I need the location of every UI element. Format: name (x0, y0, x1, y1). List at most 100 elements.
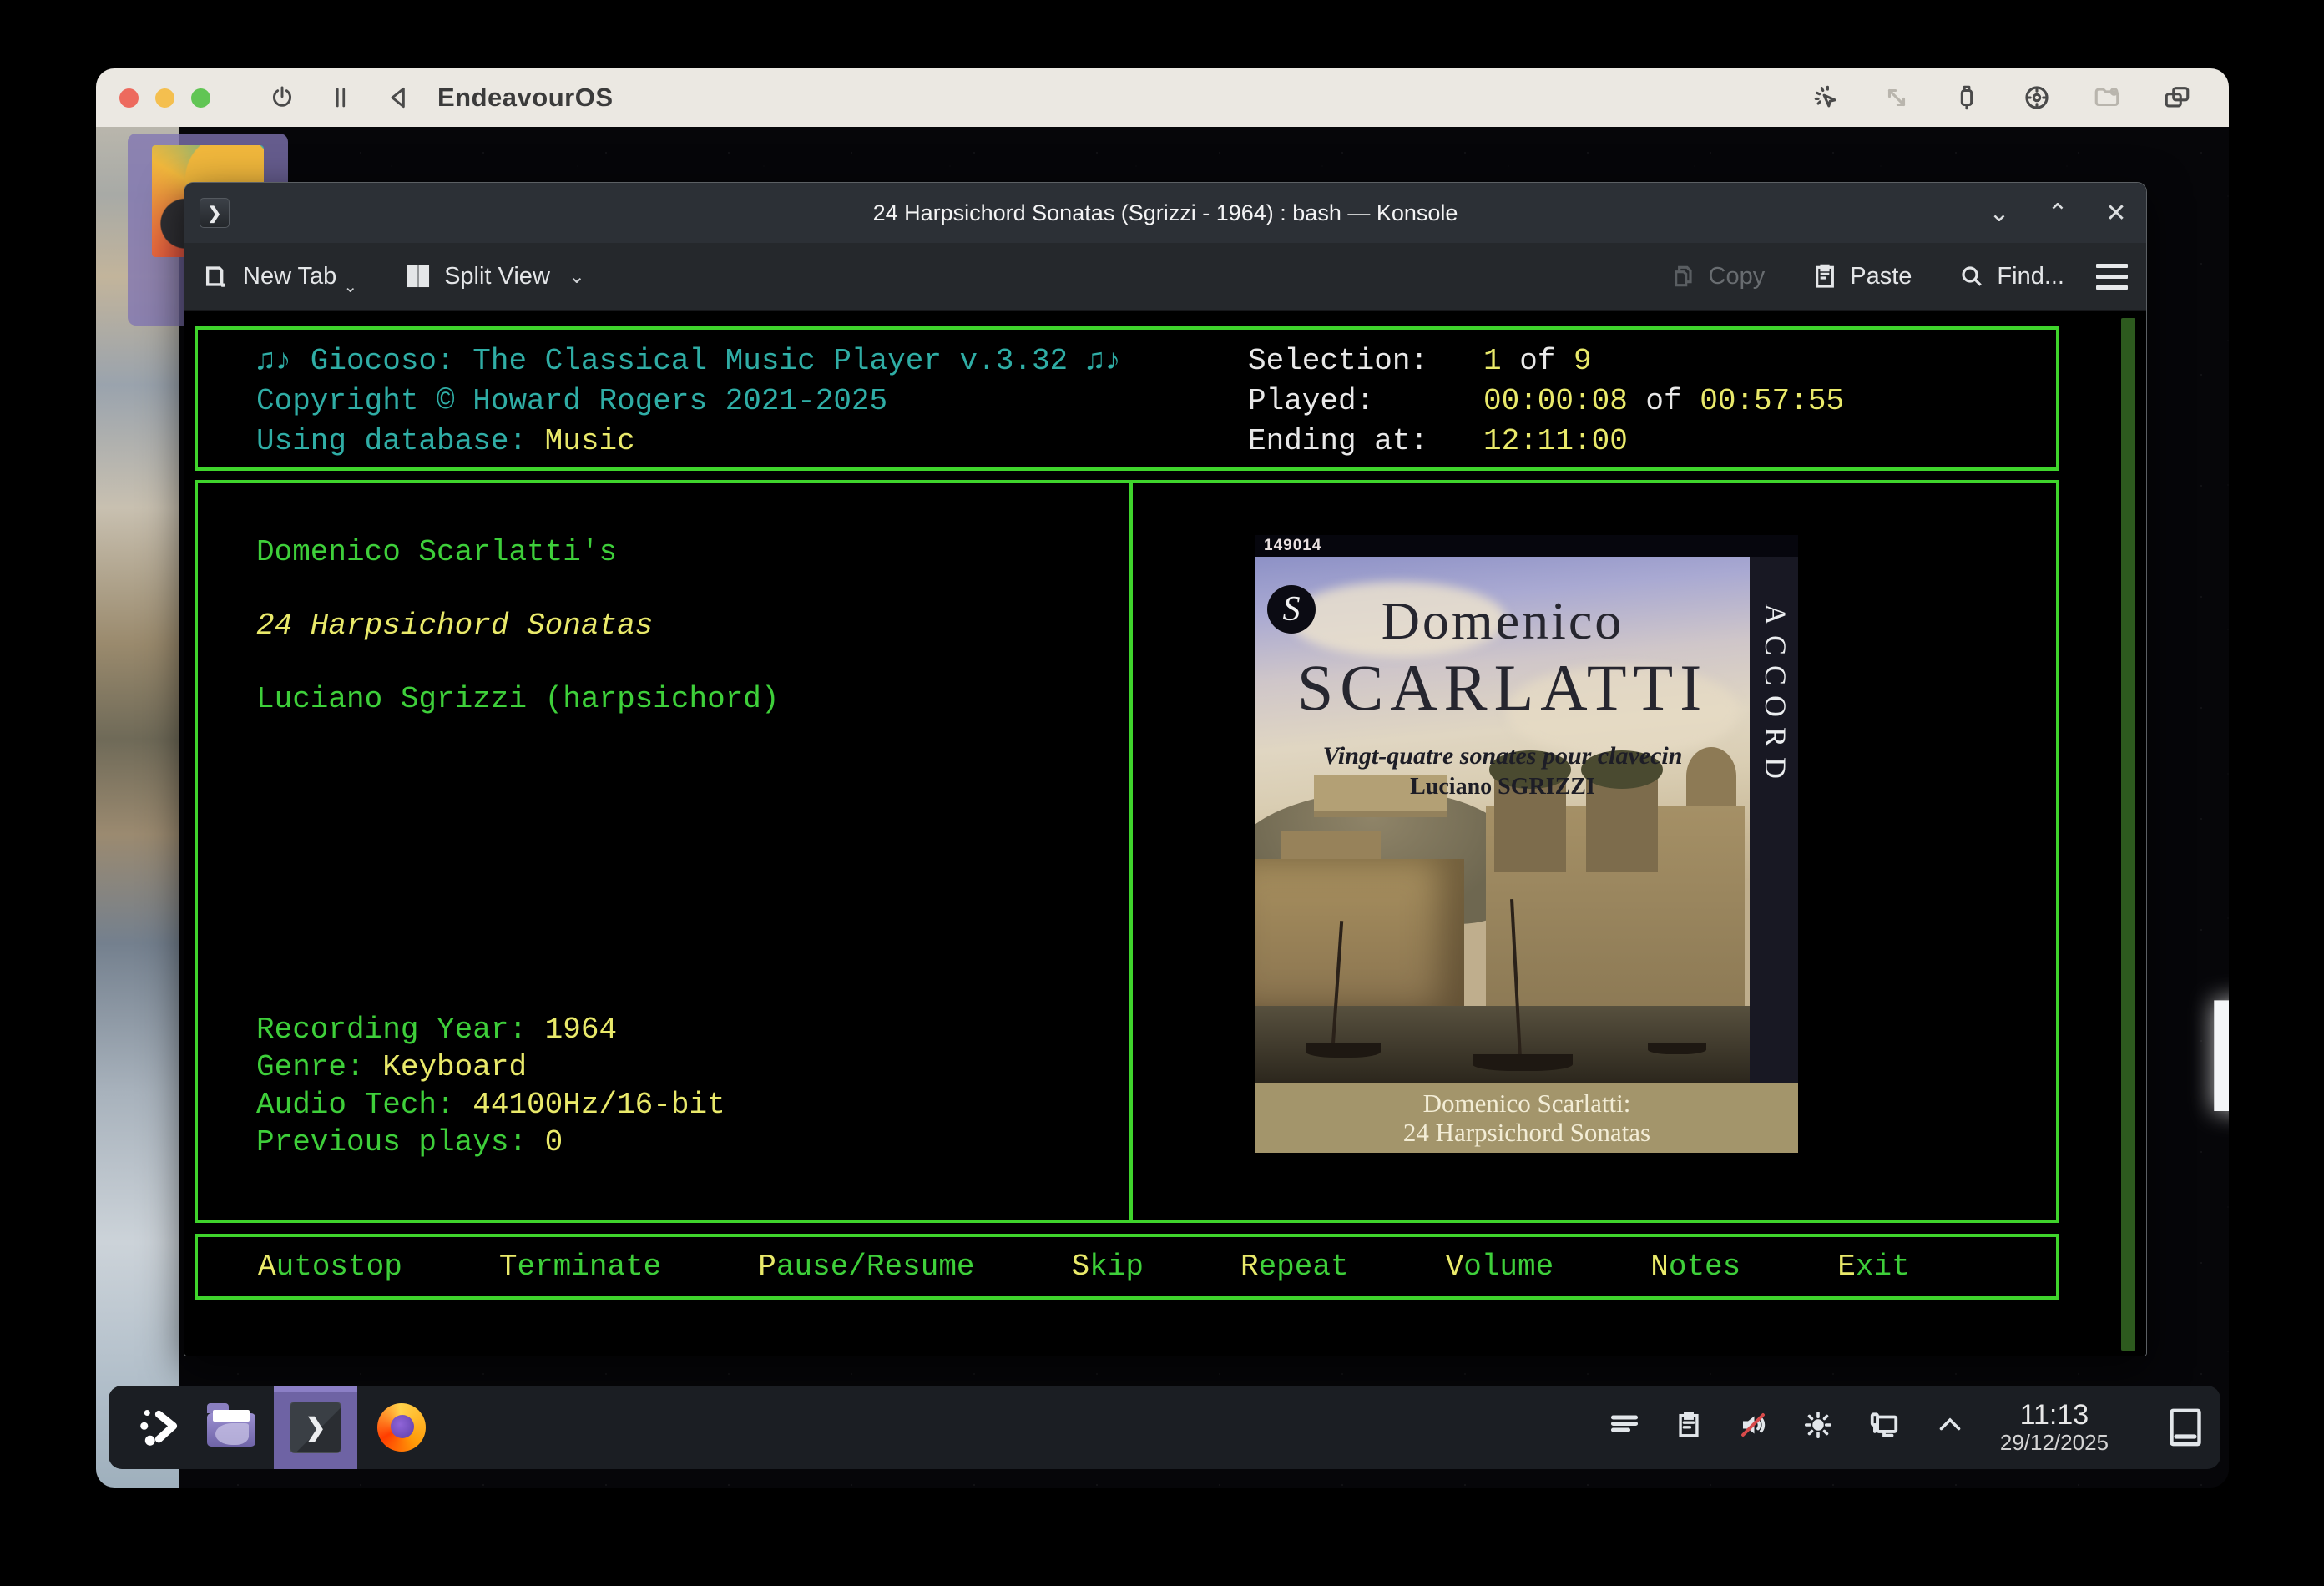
paste-button[interactable]: Paste (1811, 263, 1912, 290)
menu-pause-resume[interactable]: Pause/Resume (758, 1250, 974, 1284)
album-subtitle: Vingt-quatre sonates pour clavecin (1255, 742, 1750, 770)
shared-folder-icon[interactable] (2090, 81, 2124, 114)
clock-widget[interactable]: 11:13 29/12/2025 (2000, 1400, 2109, 1455)
album-title-first: Domenico (1255, 590, 1750, 652)
clock-time: 11:13 (2000, 1400, 2109, 1431)
tray-expand-chevron-icon[interactable] (1935, 1410, 1965, 1444)
database-value: Music (545, 424, 635, 458)
recording-details: Recording Year: 1964 Genre: Keyboard Aud… (256, 1011, 725, 1161)
show-desktop-button[interactable] (2167, 1406, 2204, 1449)
audio-tech-row: Audio Tech: 44100Hz/16-bit (256, 1086, 725, 1124)
album-performer: Luciano SGRIZZI (1255, 774, 1750, 801)
menu-autostop[interactable]: Autostop (258, 1250, 402, 1284)
keyboard-layout-icon[interactable] (1609, 1410, 1639, 1444)
desktop: E gio ❯ 24 Harpsichord Sonatas (Sgrizzi … (96, 127, 2229, 1488)
buildings-left-shape (1255, 859, 1464, 1009)
display-connect-icon[interactable] (1868, 1409, 1900, 1445)
brightness-icon[interactable] (1803, 1410, 1833, 1444)
dolphin-file-manager-icon[interactable] (207, 1408, 255, 1447)
accord-logo-icon: S (1267, 585, 1316, 634)
panel-divider (1129, 483, 1133, 1220)
split-view-button[interactable]: Split View ⌄ (404, 262, 585, 290)
toolbar-right-group: Copy Paste Find... (1670, 263, 2128, 290)
minimize-button[interactable]: ⌄ (1984, 199, 2014, 228)
work-title-line: 24 Harpsichord Sonatas (256, 609, 653, 643)
find-label: Find... (1997, 263, 2064, 290)
konsole-titlebar[interactable]: ❯ 24 Harpsichord Sonatas (Sgrizzi - 1964… (184, 183, 2146, 243)
album-caption-band: Domenico Scarlatti: 24 Harpsichord Sonat… (1255, 1083, 1798, 1153)
caption-line2: 24 Harpsichord Sonatas (1255, 1118, 1798, 1147)
taskbar-panel: ❯ (109, 1386, 2220, 1469)
window-controls: ⌄ ⌃ ✕ (1984, 199, 2131, 228)
played-total: 00:57:55 (1700, 384, 1844, 418)
previous-plays-row: Previous plays: 0 (256, 1124, 725, 1161)
giocoso-header-box: ♫♪ Giocoso: The Classical Music Player v… (195, 326, 2059, 471)
display-windows-icon[interactable] (2160, 81, 2194, 114)
terminal-area[interactable]: ♫♪ Giocoso: The Classical Music Player v… (184, 313, 2146, 1356)
recording-year-row: Recording Year: 1964 (256, 1011, 725, 1048)
back-icon[interactable] (382, 81, 416, 114)
selection-row: Selection: 1 of 9 (1248, 341, 1844, 381)
ending-time: 12:11:00 (1483, 424, 1628, 458)
record-label-name: ACCORD (1758, 604, 1793, 789)
vm-toolbar-right (1810, 81, 2194, 114)
pause-icon[interactable] (324, 81, 357, 114)
taskbar-launchers: ❯ (125, 1386, 426, 1469)
clock-date: 29/12/2025 (2000, 1431, 2109, 1455)
menu-notes[interactable]: Notes (1650, 1250, 1740, 1284)
menu-volume[interactable]: Volume (1446, 1250, 1554, 1284)
label-strip: ACCORD (1750, 557, 1798, 1083)
album-title-last: SCARLATTI (1255, 650, 1750, 725)
menu-skip[interactable]: Skip (1072, 1250, 1144, 1284)
close-traffic-light[interactable] (119, 88, 139, 108)
selection-label: Selection: (1248, 341, 1483, 381)
scrollbar-thumb[interactable] (2121, 318, 2135, 1351)
played-label: Played: (1248, 381, 1483, 422)
resize-display-icon[interactable] (1880, 81, 1913, 114)
disc-icon[interactable] (2020, 81, 2054, 114)
new-tab-button[interactable]: New Tab ⌄ (203, 262, 357, 290)
copy-button[interactable]: Copy (1670, 263, 1766, 290)
selection-current: 1 (1483, 344, 1502, 378)
composer-line: Domenico Scarlatti's (256, 535, 617, 569)
app-launcher-icon[interactable] (135, 1402, 185, 1452)
album-cover-painting: Domenico SCARLATTI Vingt-quatre sonates … (1255, 557, 1798, 1083)
minimize-traffic-light[interactable] (155, 88, 174, 108)
hamburger-menu-icon[interactable] (2096, 264, 2128, 290)
konsole-task-highlight[interactable]: ❯ (274, 1386, 357, 1469)
usb-icon[interactable] (1950, 81, 1983, 114)
power-icon[interactable] (265, 81, 299, 114)
vm-titlebar: EndeavourOS (96, 68, 2229, 127)
played-row: Played: 00:00:08 of 00:57:55 (1248, 381, 1844, 422)
catalog-number: 149014 (1255, 535, 1798, 557)
system-tray: 11:13 29/12/2025 (1609, 1400, 2204, 1455)
konsole-window-title: 24 Harpsichord Sonatas (Sgrizzi - 1964) … (184, 200, 2146, 226)
capture-cursor-icon[interactable] (1810, 81, 1843, 114)
find-button[interactable]: Find... (1958, 263, 2064, 290)
menu-repeat[interactable]: Repeat (1240, 1250, 1349, 1284)
volume-muted-icon[interactable] (1738, 1410, 1768, 1444)
maximize-button[interactable]: ⌃ (2043, 199, 2073, 228)
wallpaper-letter: E (2181, 970, 2229, 1147)
album-art: 149014 (1255, 535, 1798, 1153)
genre-row: Genre: Keyboard (256, 1048, 725, 1086)
konsole-task-icon[interactable]: ❯ (290, 1402, 341, 1453)
caption-line1: Domenico Scarlatti: (1255, 1088, 1798, 1118)
menu-exit[interactable]: Exit (1837, 1250, 1909, 1284)
ending-label: Ending at: (1248, 422, 1483, 462)
selection-total: 9 (1574, 344, 1592, 378)
new-tab-label: New Tab (243, 263, 336, 290)
konsole-window: ❯ 24 Harpsichord Sonatas (Sgrizzi - 1964… (184, 182, 2147, 1356)
zoom-traffic-light[interactable] (191, 88, 210, 108)
giocoso-menu-bar: Autostop Terminate Pause/Resume Skip Rep… (195, 1234, 2059, 1300)
menu-terminate[interactable]: Terminate (499, 1250, 661, 1284)
firefox-icon[interactable] (377, 1403, 426, 1452)
paste-label: Paste (1850, 263, 1912, 290)
played-elapsed: 00:00:08 (1483, 384, 1628, 418)
split-view-label: Split View (444, 263, 550, 290)
castle-shape (1486, 806, 1745, 1006)
close-button[interactable]: ✕ (2101, 199, 2131, 228)
terminal-scrollbar[interactable] (2121, 318, 2135, 1351)
clipboard-icon[interactable] (1675, 1411, 1703, 1443)
jupiter-wallpaper-strip (96, 127, 179, 1488)
